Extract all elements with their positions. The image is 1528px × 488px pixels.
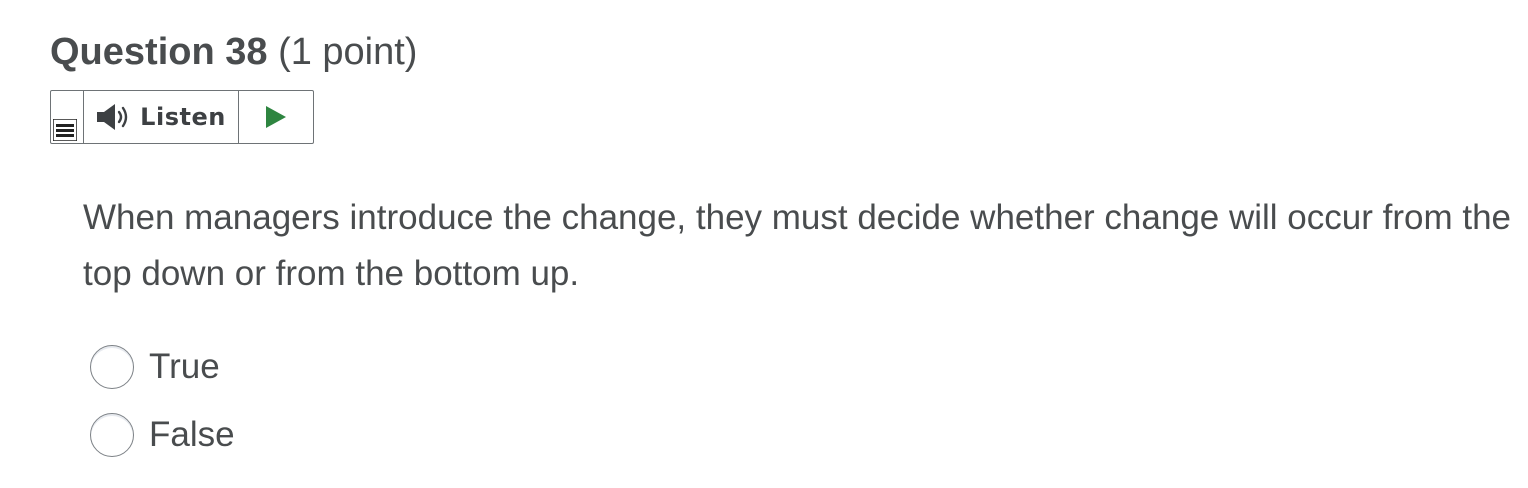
question-points: (1 point) [278,31,418,73]
option-false-label[interactable]: False [149,413,235,457]
speaker-icon [97,104,128,130]
listen-button[interactable]: Listen [84,91,239,143]
listen-label: Listen [140,103,226,131]
option-true[interactable]: True [90,345,220,389]
menu-lines-icon [53,119,77,141]
play-button[interactable] [239,91,313,143]
option-true-label[interactable]: True [149,345,220,389]
radio-false[interactable] [90,413,134,457]
question-text: When managers introduce the change, they… [83,198,1511,293]
listen-menu-button[interactable] [51,91,84,143]
question-title: Question 38 [50,31,268,73]
question-header: Question 38 (1 point) [50,26,417,78]
play-icon [266,106,286,128]
listen-widget: Listen [50,90,314,144]
option-false[interactable]: False [90,413,235,457]
radio-true[interactable] [90,345,134,389]
